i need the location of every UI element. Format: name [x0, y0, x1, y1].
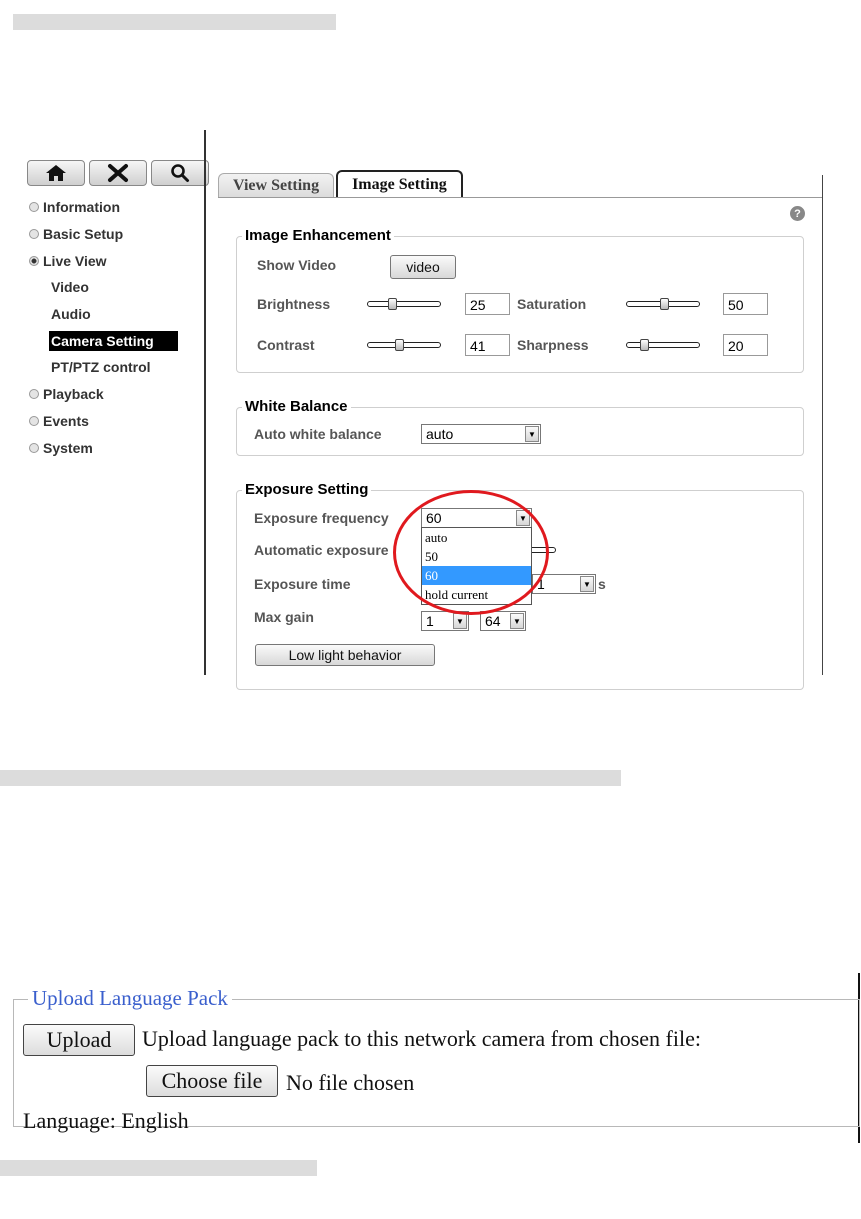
show-video-label: Show Video — [257, 257, 337, 273]
sharpness-input[interactable]: 20 — [723, 334, 768, 356]
nav-video-label: Video — [51, 279, 89, 296]
gray-bar-middle — [0, 770, 621, 786]
bullet-icon — [29, 389, 39, 400]
nav-audio-label: Audio — [51, 306, 91, 323]
chevron-down-icon[interactable]: ▼ — [453, 613, 467, 629]
nav-events[interactable]: Events — [29, 408, 178, 435]
sharpness-slider[interactable] — [626, 339, 700, 351]
upload-button[interactable]: Upload — [23, 1024, 135, 1056]
exposure-time-label: Exposure time — [254, 576, 351, 592]
search-icon — [171, 164, 189, 182]
nav-ptz-control[interactable]: PT/PTZ control — [29, 354, 178, 381]
nav-playback-label: Playback — [43, 386, 104, 403]
automatic-exposure-label: Automatic exposure — [254, 542, 389, 558]
auto-white-balance-select[interactable]: auto ▼ — [421, 424, 541, 444]
contrast-slider-knob[interactable] — [395, 339, 404, 351]
content-right-edge — [822, 175, 823, 675]
side-navigation: Information Basic Setup Live View Video … — [29, 194, 178, 461]
brightness-label: Brightness — [257, 296, 331, 312]
video-button[interactable]: video — [390, 255, 456, 279]
gray-bar-top — [13, 14, 336, 30]
contrast-label: Contrast — [257, 337, 315, 353]
exposure-setting-legend: Exposure Setting — [242, 481, 372, 498]
settings-tabs: View Setting Image Setting — [218, 170, 463, 197]
brightness-slider-knob[interactable] — [388, 298, 397, 310]
annotation-circle — [393, 490, 549, 615]
nav-information-label: Information — [43, 199, 120, 216]
tools-icon — [108, 164, 128, 182]
exposure-time-unit: s — [598, 576, 606, 592]
nav-system[interactable]: System — [29, 434, 178, 461]
chevron-down-icon[interactable]: ▼ — [510, 613, 524, 629]
max-gain-max-select[interactable]: 64 ▼ — [480, 611, 526, 631]
bullet-icon — [29, 202, 39, 213]
nav-live-view[interactable]: Live View — [29, 247, 178, 274]
auto-white-balance-value: auto — [426, 426, 454, 442]
bullet-icon — [29, 442, 39, 453]
sharpness-label: Sharpness — [517, 337, 589, 353]
sidebar-divider — [204, 130, 206, 675]
setup-button[interactable] — [89, 160, 147, 186]
language-pack-screenshot: Upload Language Pack Upload Upload langu… — [10, 985, 861, 1133]
no-file-chosen-text: No file chosen — [286, 1070, 415, 1095]
saturation-slider-knob[interactable] — [660, 298, 669, 310]
max-gain-min-value: 1 — [426, 613, 434, 629]
nav-system-label: System — [43, 439, 93, 456]
upload-description: Upload language pack to this network cam… — [142, 1026, 701, 1051]
nav-ptz-control-label: PT/PTZ control — [51, 359, 151, 376]
brightness-input[interactable]: 25 — [465, 293, 510, 315]
max-gain-label: Max gain — [254, 609, 314, 625]
image-enhancement-legend: Image Enhancement — [242, 227, 394, 244]
nav-events-label: Events — [43, 412, 89, 429]
help-icon[interactable]: ? — [790, 206, 805, 221]
nav-camera-setting[interactable]: Camera Setting — [29, 327, 178, 354]
chevron-down-icon[interactable]: ▼ — [580, 576, 594, 592]
tab-image-setting[interactable]: Image Setting — [336, 170, 463, 197]
saturation-slider[interactable] — [626, 298, 700, 310]
brightness-slider[interactable] — [367, 298, 441, 310]
current-language-text: Language: English — [23, 1108, 189, 1133]
nav-information[interactable]: Information — [29, 194, 178, 221]
saturation-label: Saturation — [517, 296, 587, 312]
bullet-icon — [29, 229, 39, 240]
home-icon — [46, 165, 66, 181]
nav-camera-setting-label: Camera Setting — [49, 330, 178, 351]
low-light-behavior-button[interactable]: Low light behavior — [255, 644, 435, 666]
saturation-input[interactable]: 50 — [723, 293, 768, 315]
camera-settings-screenshot: Information Basic Setup Live View Video … — [0, 130, 861, 690]
home-button[interactable] — [27, 160, 85, 186]
gray-bar-bottom — [0, 1160, 317, 1176]
upload-language-pack-legend: Upload Language Pack — [28, 986, 232, 1011]
contrast-input[interactable]: 41 — [465, 334, 510, 356]
nav-audio[interactable]: Audio — [29, 301, 178, 328]
nav-video[interactable]: Video — [29, 274, 178, 301]
nav-basic-setup[interactable]: Basic Setup — [29, 221, 178, 248]
nav-playback[interactable]: Playback — [29, 381, 178, 408]
auto-white-balance-label: Auto white balance — [254, 426, 382, 442]
nav-live-view-label: Live View — [43, 252, 107, 269]
bullet-icon — [29, 415, 39, 426]
tab-baseline — [218, 197, 822, 198]
max-gain-max-value: 64 — [485, 613, 501, 629]
chevron-down-icon[interactable]: ▼ — [525, 426, 539, 442]
tab-view-setting[interactable]: View Setting — [218, 173, 335, 197]
sharpness-slider-knob[interactable] — [640, 339, 649, 351]
contrast-slider[interactable] — [367, 339, 441, 351]
search-button[interactable] — [151, 160, 209, 186]
white-balance-legend: White Balance — [242, 398, 351, 415]
exposure-frequency-label: Exposure frequency — [254, 510, 389, 526]
toolbar — [27, 160, 209, 186]
bullet-active-icon — [29, 255, 39, 266]
nav-basic-setup-label: Basic Setup — [43, 226, 124, 243]
choose-file-button[interactable]: Choose file — [146, 1065, 278, 1097]
